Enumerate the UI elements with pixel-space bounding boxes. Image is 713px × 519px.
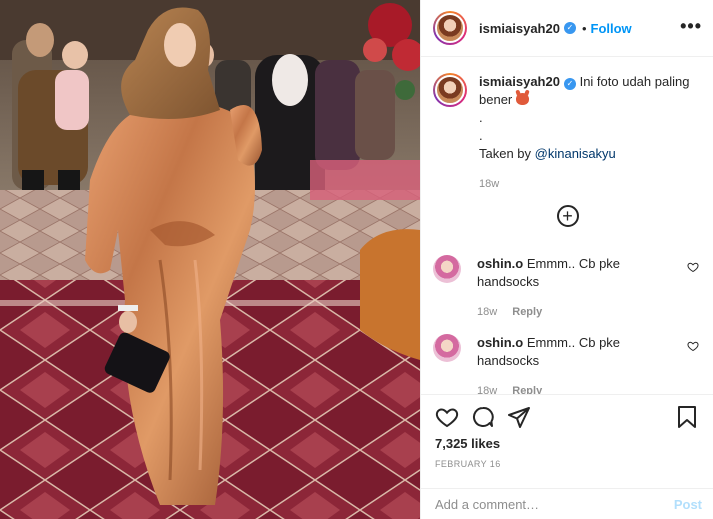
post-caption: ismiaisyah20 ✓ Ini foto udah paling bener… [433, 73, 698, 193]
caption-timestamp[interactable]: 18w [479, 175, 698, 193]
caption-dot: . [479, 128, 483, 143]
commenter-avatar[interactable] [433, 255, 461, 283]
comments-section[interactable]: ismiaisyah20 ✓ Ini foto udah paling bener… [421, 57, 713, 394]
follow-button[interactable]: Follow [591, 21, 632, 36]
comment-body: oshin.o Emmm.. Cb pke handsocks 18w Repl… [477, 334, 677, 394]
caption-credit-prefix: Taken by [479, 146, 535, 161]
caption-username[interactable]: ismiaisyah20 [479, 74, 560, 89]
author-username[interactable]: ismiaisyah20 [479, 21, 560, 36]
reply-button[interactable]: Reply [512, 306, 542, 318]
author-avatar[interactable] [433, 11, 467, 45]
commenter-username[interactable]: oshin.o [477, 335, 523, 350]
post-image [0, 0, 420, 519]
like-heart-icon[interactable] [435, 405, 459, 429]
post-date[interactable]: FEBRUARY 16 [435, 459, 501, 469]
instagram-post: ismiaisyah20 ✓ • Follow ••• ismiaisyah20… [0, 0, 713, 519]
comment-item: oshin.o Emmm.. Cb pke handsocks 18w Repl… [433, 255, 703, 321]
comment-meta: 18w Reply [477, 303, 677, 321]
caption-author-avatar[interactable] [433, 73, 467, 107]
comment-timestamp[interactable]: 18w [477, 385, 497, 394]
verified-badge-icon: ✓ [563, 22, 576, 34]
verified-badge-icon: ✓ [563, 78, 576, 90]
caption-body: ismiaisyah20 ✓ Ini foto udah paling bener… [479, 73, 698, 193]
post-actions-bar [421, 394, 713, 436]
comment-item: oshin.o Emmm.. Cb pke handsocks 18w Repl… [433, 334, 703, 394]
comment-bubble-icon[interactable] [471, 405, 495, 429]
save-bookmark-icon[interactable] [676, 405, 698, 429]
caption-credit: Taken by @kinanisakyu [479, 145, 698, 163]
load-more-comments: + [421, 205, 713, 227]
post-side-panel: ismiaisyah20 ✓ • Follow ••• ismiaisyah20… [420, 0, 713, 519]
post-comment-button[interactable]: Post [674, 497, 702, 512]
post-photo[interactable] [0, 0, 420, 519]
comment-body: oshin.o Emmm.. Cb pke handsocks 18w Repl… [477, 255, 677, 321]
comment-meta: 18w Reply [477, 382, 677, 394]
add-comment-bar: Post [421, 488, 713, 519]
author-avatar-image [435, 13, 465, 43]
comment-timestamp[interactable]: 18w [477, 306, 497, 318]
separator-dot: • [581, 20, 587, 36]
like-comment-heart-icon[interactable] [687, 261, 699, 273]
caption-author-avatar-image [435, 75, 465, 105]
like-comment-heart-icon[interactable] [687, 340, 699, 352]
load-more-comments-icon[interactable]: + [556, 205, 579, 227]
share-paper-plane-icon[interactable] [507, 405, 531, 429]
commenter-username[interactable]: oshin.o [477, 256, 523, 271]
commenter-avatar[interactable] [433, 334, 461, 362]
more-options-icon[interactable]: ••• [680, 17, 702, 35]
caption-mention-link[interactable]: @kinanisakyu [535, 146, 616, 161]
comment-input[interactable] [435, 496, 674, 512]
post-header: ismiaisyah20 ✓ • Follow ••• [421, 0, 713, 57]
reply-button[interactable]: Reply [512, 385, 542, 394]
devil-emoji-icon [515, 93, 529, 105]
likes-count[interactable]: 7,325 likes [435, 436, 500, 451]
caption-dot: . [479, 110, 483, 125]
